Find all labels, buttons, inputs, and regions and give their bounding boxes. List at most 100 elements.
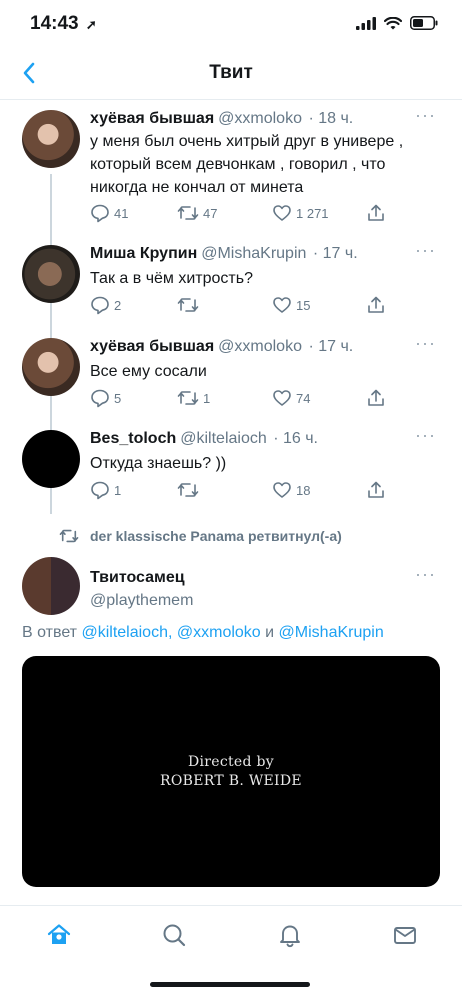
cellular-signal-icon	[356, 16, 376, 30]
retweet-button[interactable]: 1	[177, 388, 210, 408]
tab-messages[interactable]	[390, 920, 420, 950]
like-button[interactable]: 15	[272, 295, 310, 315]
retweet-icon	[177, 391, 199, 405]
reply-user-link[interactable]: @MishaKrupin	[279, 624, 384, 641]
share-icon	[368, 296, 384, 313]
author-handle[interactable]: @playthemem	[90, 589, 430, 612]
tab-search[interactable]	[159, 920, 189, 950]
reply-button[interactable]: 41	[90, 203, 128, 223]
retweet-button[interactable]	[177, 295, 203, 315]
share-button[interactable]	[366, 203, 386, 223]
avatar[interactable]	[22, 245, 80, 303]
retweet-count: 47	[203, 205, 218, 221]
avatar[interactable]	[22, 430, 80, 488]
author-name[interactable]: хуёвая бывшая	[90, 338, 214, 355]
clock: 14:43	[30, 13, 79, 34]
share-icon	[368, 481, 384, 498]
thread-tweet[interactable]: хуёвая бывшая @xxmoloko · 17 ч. ··· Все е…	[0, 334, 462, 413]
reply-count: 5	[114, 390, 122, 406]
tweet-actions: 5 1 74	[90, 388, 390, 412]
author-handle[interactable]: @MishaKrupin	[201, 245, 306, 262]
page-title: Твит	[209, 62, 253, 83]
thread-tweet[interactable]: хуёвая бывшая @xxmoloko · 18 ч. ··· у мен…	[0, 106, 462, 227]
share-icon	[368, 389, 384, 406]
more-options-button[interactable]: ···	[415, 426, 436, 444]
tweet-time: · 17 ч.	[308, 338, 354, 355]
nav-bar: Твит	[0, 48, 462, 100]
like-count: 74	[296, 390, 311, 406]
author-handle[interactable]: @xxmoloko	[218, 338, 302, 355]
retweet-button[interactable]	[177, 480, 203, 500]
status-bar: 14:43 ➚	[0, 0, 462, 48]
battery-icon	[410, 16, 438, 30]
more-options-button[interactable]: ···	[415, 565, 436, 583]
tweet-header: Твитосамец	[90, 569, 185, 587]
video-caption-line: ROBERT B. WEIDE	[160, 773, 302, 789]
status-time: 14:43 ➚	[30, 13, 97, 35]
heart-icon	[273, 482, 291, 498]
tweet-actions: 1 18	[90, 480, 390, 504]
reply-conjunction: и	[265, 624, 275, 641]
reply-button[interactable]: 1	[90, 480, 121, 500]
reply-icon	[91, 296, 109, 315]
reply-count: 41	[114, 205, 129, 221]
like-button[interactable]: 74	[272, 388, 310, 408]
author-handle[interactable]: @kiltelaioch	[180, 430, 267, 447]
author-name[interactable]: Миша Крупин	[90, 245, 197, 262]
location-arrow-icon: ➚	[85, 17, 97, 32]
reply-prefix: В ответ	[22, 624, 78, 641]
author-name[interactable]: хуёвая бывшая	[90, 110, 214, 127]
retweet-context[interactable]: der klassische Panama ретвитнул(-а)	[58, 527, 342, 545]
like-button[interactable]: 1 271	[272, 203, 329, 223]
author-handle[interactable]: @xxmoloko	[218, 110, 302, 127]
thread-tweet[interactable]: Миша Крупин @MishaKrupin · 17 ч. ··· Так …	[0, 241, 462, 320]
reply-user-link[interactable]: @kiltelaioch,	[81, 624, 172, 641]
retweet-icon	[177, 206, 199, 220]
reply-context: В ответ @kiltelaioch, @xxmoloko и @Misha…	[22, 624, 384, 642]
tweet-actions: 41 47 1 271	[90, 203, 390, 227]
avatar[interactable]	[22, 338, 80, 396]
home-indicator[interactable]	[150, 982, 310, 987]
avatar[interactable]	[22, 557, 80, 615]
tweet-text: у меня был очень хитрый друг в универе ,…	[90, 133, 404, 196]
retweet-count: 1	[203, 390, 211, 406]
share-button[interactable]	[366, 388, 386, 408]
video-caption-line: Directed by	[187, 754, 274, 770]
video-player[interactable]: Directed by ROBERT B. WEIDE	[22, 656, 440, 887]
heart-icon	[273, 390, 291, 406]
reply-count: 1	[114, 482, 122, 498]
share-button[interactable]	[366, 480, 386, 500]
more-options-button[interactable]: ···	[415, 241, 436, 259]
search-icon	[163, 924, 186, 947]
heart-icon	[273, 205, 291, 221]
like-count: 1 271	[296, 205, 329, 221]
reply-user-link[interactable]: @xxmoloko	[177, 624, 261, 641]
share-icon	[368, 204, 384, 221]
reply-icon	[91, 204, 109, 223]
status-icons	[356, 16, 438, 30]
reply-icon	[91, 481, 109, 500]
tweet-time: · 17 ч.	[312, 245, 358, 262]
reply-button[interactable]: 5	[90, 388, 121, 408]
more-options-button[interactable]: ···	[415, 334, 436, 352]
notifications-icon	[280, 925, 300, 948]
reply-button[interactable]: 2	[90, 295, 121, 315]
author-name[interactable]: Твитосамец	[90, 569, 185, 586]
messages-icon	[394, 927, 416, 944]
like-button[interactable]: 18	[272, 480, 310, 500]
share-button[interactable]	[366, 295, 386, 315]
tweet-header: Миша Крупин @MishaKrupin · 17 ч.	[90, 245, 358, 263]
more-options-button[interactable]: ···	[415, 106, 436, 124]
author-name[interactable]: Bes_toloch	[90, 430, 176, 447]
tab-home[interactable]	[44, 920, 74, 950]
tweet-time: · 18 ч.	[308, 110, 354, 127]
tab-notifications[interactable]	[275, 920, 305, 950]
thread-tweet[interactable]: Bes_toloch @kiltelaioch · 16 ч. ··· Откуд…	[0, 426, 462, 505]
retweet-icon	[177, 483, 199, 497]
avatar[interactable]	[22, 110, 80, 168]
heart-icon	[273, 297, 291, 313]
retweet-icon	[59, 529, 79, 543]
tweet-actions: 2 15	[90, 295, 390, 319]
tweet-time: · 16 ч.	[273, 430, 318, 447]
retweet-button[interactable]: 47	[177, 203, 217, 223]
